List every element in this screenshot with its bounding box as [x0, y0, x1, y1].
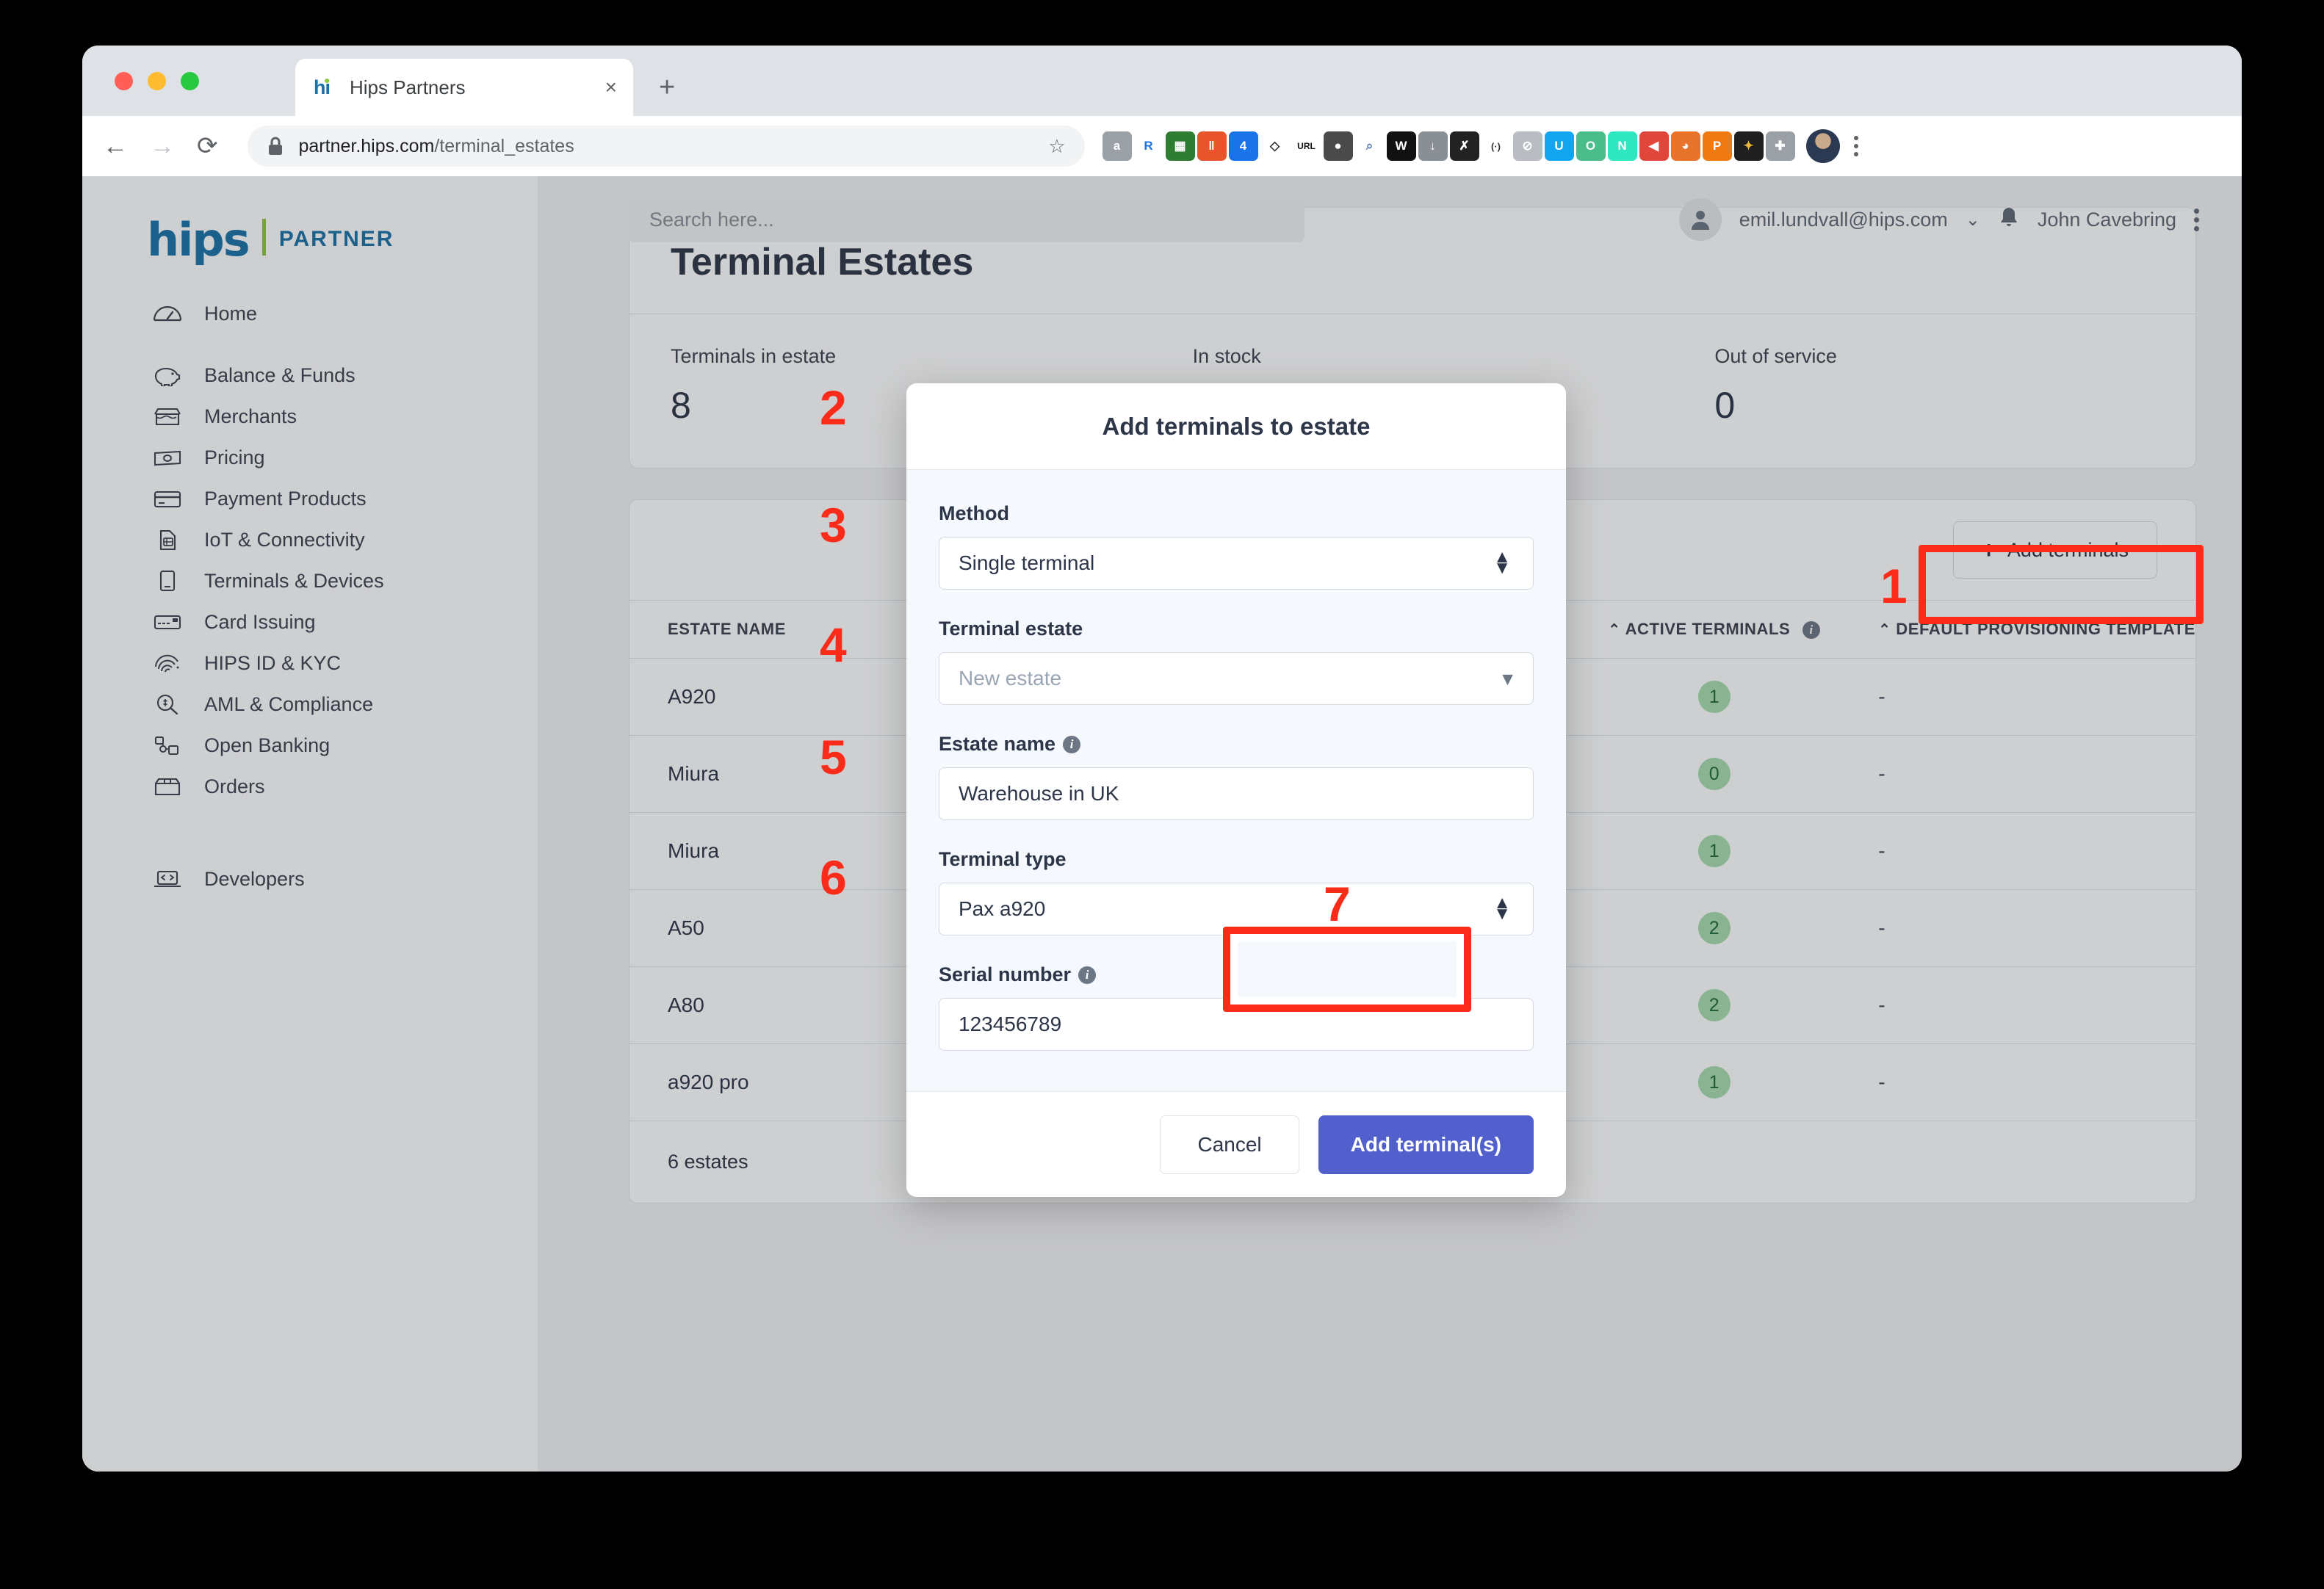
close-icon[interactable]: ×: [605, 77, 617, 98]
extension-icon-1[interactable]: a: [1103, 131, 1132, 161]
extension-icon-13[interactable]: (·): [1482, 131, 1511, 161]
annotation-number-5: 5: [820, 733, 847, 781]
browser-profile-avatar[interactable]: [1806, 129, 1840, 163]
field-estate-name: Estate name i Warehouse in UK: [939, 733, 1534, 820]
bookmark-star-icon[interactable]: ☆: [1048, 135, 1065, 158]
close-window-button[interactable]: [115, 72, 133, 90]
window-traffic-lights: [115, 72, 199, 90]
annotation-number-6: 6: [820, 853, 847, 902]
annotation-number-2: 2: [820, 383, 847, 432]
extension-icon-11[interactable]: ↓: [1418, 131, 1448, 161]
extension-icon-22[interactable]: ✚: [1766, 131, 1795, 161]
annotation-number-7: 7: [1324, 880, 1351, 928]
cancel-button[interactable]: Cancel: [1160, 1115, 1299, 1174]
reload-icon[interactable]: ⟳: [197, 134, 218, 159]
estate-name-input[interactable]: Warehouse in UK: [939, 767, 1534, 820]
field-label: Method: [939, 502, 1534, 525]
extension-icon-17[interactable]: N: [1608, 131, 1637, 161]
annotation-number-1: 1: [1880, 562, 1908, 610]
field-label: Serial number i: [939, 963, 1534, 986]
estate-name-value: Warehouse in UK: [959, 782, 1119, 806]
browser-menu-icon[interactable]: [1854, 136, 1858, 156]
info-icon[interactable]: i: [1078, 966, 1096, 984]
tab-title: Hips Partners: [350, 76, 605, 99]
modal-body: Method Single terminal ▲▼ Terminal estat…: [906, 470, 1566, 1091]
extensions-bar: a R ▦ ‖ 4 ◇ URL ● ⌕ W ↓ ✗ (·) ⊘ U O N ◀ …: [1103, 129, 1858, 163]
method-select[interactable]: Single terminal ▲▼: [939, 537, 1534, 590]
terminal-type-value: Pax a920: [959, 897, 1045, 921]
forward-icon[interactable]: →: [150, 134, 175, 159]
field-terminal-type: Terminal type Pax a920 ▲▼: [939, 848, 1534, 935]
back-icon[interactable]: ←: [103, 134, 128, 159]
extension-icon-3[interactable]: ▦: [1166, 131, 1195, 161]
extension-icon-5[interactable]: 4: [1229, 131, 1258, 161]
extension-icon-url[interactable]: URL: [1292, 131, 1321, 161]
select-arrows-icon: ▲▼: [1493, 552, 1511, 574]
extension-icon-8[interactable]: ●: [1324, 131, 1353, 161]
extension-icon-19[interactable]: ◕: [1671, 131, 1700, 161]
new-tab-button[interactable]: +: [659, 73, 675, 101]
extension-icon-21[interactable]: ✦: [1734, 131, 1764, 161]
extension-icon-12[interactable]: ✗: [1450, 131, 1479, 161]
extension-icon-15[interactable]: U: [1545, 131, 1574, 161]
minimize-window-button[interactable]: [148, 72, 166, 90]
modal-footer: Cancel Add terminal(s): [906, 1091, 1566, 1197]
browser-window: hi Hips Partners × + ← → ⟳ partner.hips.…: [82, 46, 2242, 1472]
field-label: Terminal type: [939, 848, 1534, 871]
address-bar[interactable]: partner.hips.com/terminal_estates ☆: [248, 126, 1085, 167]
chevron-down-icon: ▾: [1503, 667, 1512, 690]
field-serial-number: Serial number i 123456789: [939, 963, 1534, 1051]
maximize-window-button[interactable]: [181, 72, 199, 90]
extension-icon-16[interactable]: O: [1576, 131, 1606, 161]
method-value: Single terminal: [959, 551, 1094, 575]
extension-icon-20[interactable]: P: [1703, 131, 1732, 161]
terminal-estate-select[interactable]: New estate ▾: [939, 652, 1534, 705]
serial-number-value: 123456789: [959, 1013, 1061, 1036]
browser-tab[interactable]: hi Hips Partners ×: [295, 59, 633, 116]
url-text: partner.hips.com/terminal_estates: [299, 136, 574, 157]
terminal-type-select[interactable]: Pax a920 ▲▼: [939, 883, 1534, 935]
modal-title: Add terminals to estate: [1103, 413, 1371, 441]
add-terminals-submit-button[interactable]: Add terminal(s): [1318, 1115, 1534, 1174]
add-terminals-modal: Add terminals to estate Method Single te…: [906, 383, 1566, 1197]
hips-favicon-icon: hi: [311, 75, 336, 100]
extension-icon-2[interactable]: R: [1134, 131, 1163, 161]
extension-icon-9[interactable]: ⌕: [1355, 131, 1385, 161]
terminal-estate-value: New estate: [959, 667, 1061, 690]
field-label: Terminal estate: [939, 618, 1534, 640]
lock-icon: [267, 136, 284, 156]
extension-icon-18[interactable]: ◀: [1639, 131, 1669, 161]
field-terminal-estate: Terminal estate New estate ▾: [939, 618, 1534, 705]
page-viewport: hips PARTNER Home Balance & Funds: [82, 176, 2242, 1472]
annotation-number-4: 4: [820, 620, 847, 669]
annotation-number-3: 3: [820, 501, 847, 549]
extension-icon-14[interactable]: ⊘: [1513, 131, 1542, 161]
modal-header: Add terminals to estate: [906, 383, 1566, 470]
field-method: Method Single terminal ▲▼: [939, 502, 1534, 590]
info-icon[interactable]: i: [1063, 736, 1080, 753]
extension-icon-10[interactable]: W: [1387, 131, 1416, 161]
select-arrows-icon: ▲▼: [1493, 898, 1511, 920]
extension-icon-4[interactable]: ‖: [1197, 131, 1227, 161]
browser-toolbar: ← → ⟳ partner.hips.com/terminal_estates …: [82, 116, 2242, 176]
field-label: Estate name i: [939, 733, 1534, 756]
extension-icon-6[interactable]: ◇: [1260, 131, 1290, 161]
serial-number-input[interactable]: 123456789: [939, 998, 1534, 1051]
browser-tab-strip: hi Hips Partners × +: [82, 46, 2242, 116]
